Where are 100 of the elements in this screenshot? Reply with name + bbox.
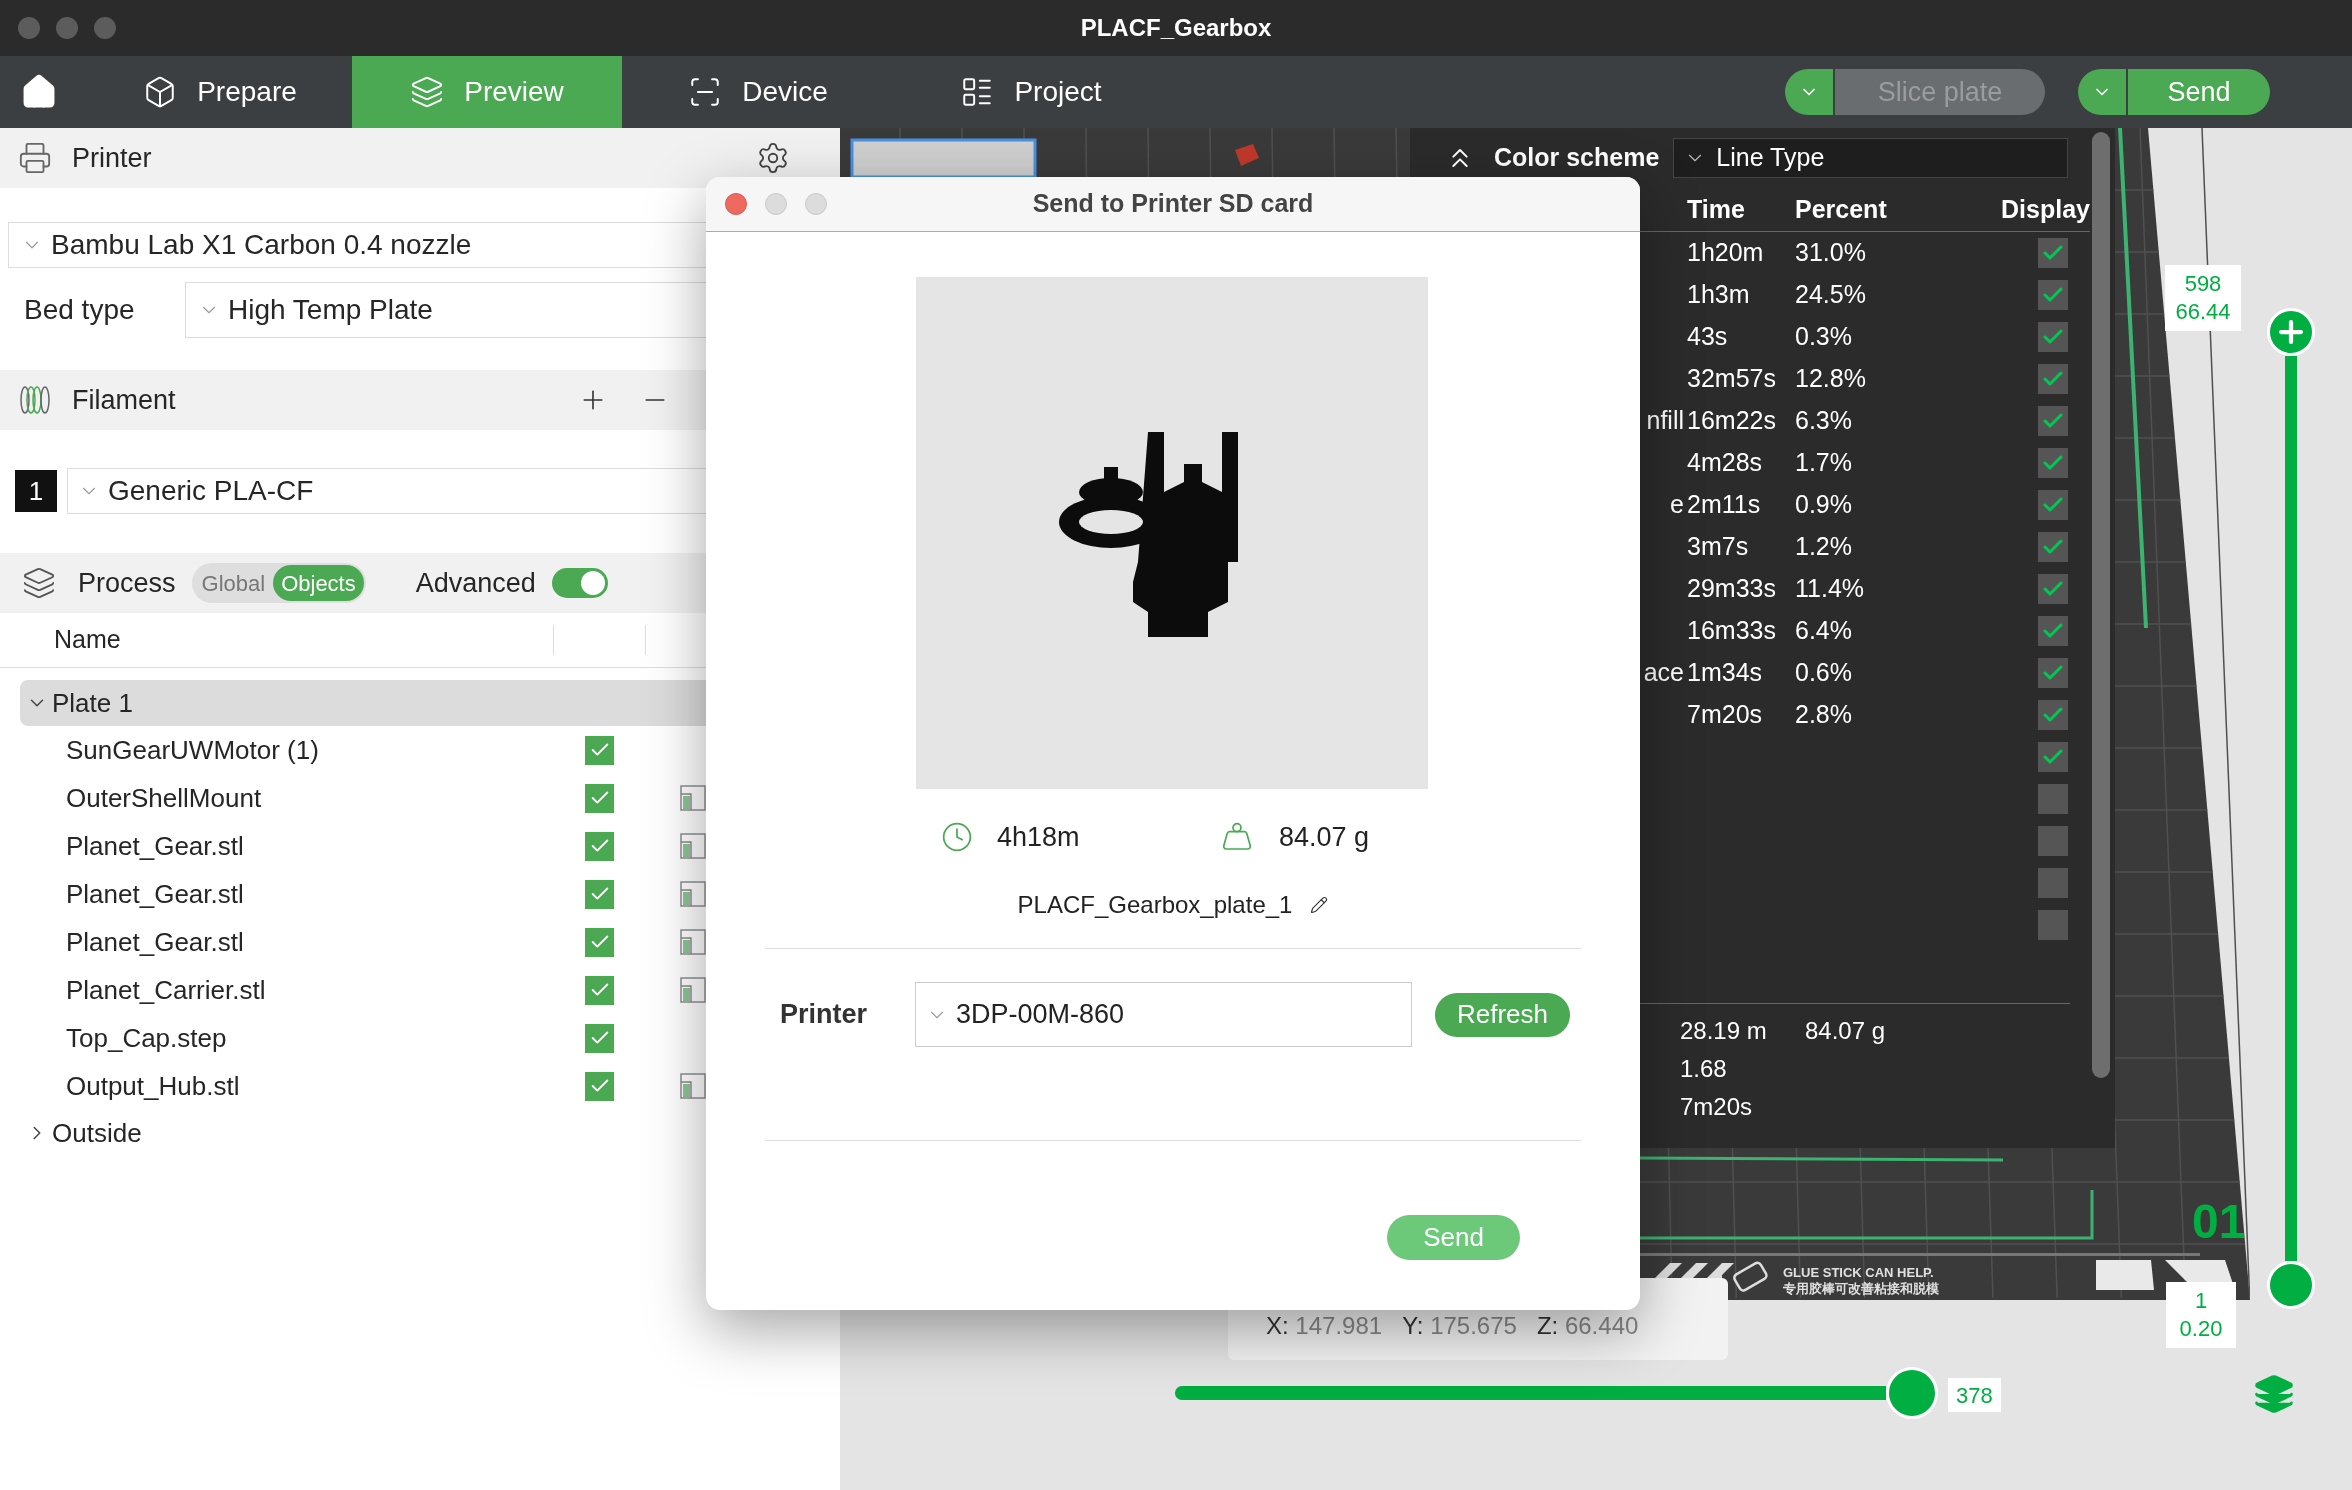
display-checkbox[interactable] — [2038, 658, 2068, 688]
object-name[interactable]: OuterShellMount — [66, 778, 585, 818]
time-value: 1m34s — [1687, 658, 1763, 687]
minimize-button[interactable] — [56, 17, 78, 39]
layers-icon[interactable] — [2253, 1373, 2295, 1415]
legend-title: Color scheme — [1494, 142, 1660, 174]
filament-spool-icon — [18, 383, 52, 417]
time-value: 43s — [1687, 322, 1728, 351]
minimize-button[interactable] — [765, 193, 787, 215]
visibility-checkbox[interactable] — [585, 975, 614, 1005]
slider-track[interactable] — [2285, 356, 2297, 1261]
object-name[interactable]: Planet_Gear.stl — [66, 922, 585, 962]
zoom-button[interactable] — [805, 193, 827, 215]
edit-icon[interactable] — [1310, 896, 1329, 914]
section-title: Printer — [72, 141, 152, 175]
summary-value: 1.68 — [1680, 1054, 1728, 1084]
object-settings-icon[interactable] — [680, 833, 706, 859]
coordinate-value: X: 147.981 — [1266, 1311, 1383, 1341]
display-checkbox[interactable] — [2038, 532, 2068, 562]
dropdown-button[interactable] — [1785, 69, 1833, 115]
tab[interactable]: Prepare — [110, 56, 330, 128]
time-value: 3m7s — [1687, 532, 1749, 561]
display-checkbox[interactable] — [2038, 784, 2068, 814]
close-button[interactable] — [725, 193, 747, 215]
column-header: Time — [1687, 193, 1746, 225]
display-checkbox[interactable] — [2038, 868, 2068, 898]
color-scheme-select[interactable]: Line Type — [1673, 138, 2069, 178]
coordinate-value: Y: 175.675 — [1402, 1311, 1517, 1341]
display-checkbox[interactable] — [2038, 700, 2068, 730]
visibility-checkbox[interactable] — [585, 1071, 614, 1101]
display-checkbox[interactable] — [2038, 280, 2068, 310]
tab-icon — [410, 75, 445, 109]
weight-icon — [1221, 821, 1253, 853]
display-checkbox[interactable] — [2038, 406, 2068, 436]
display-checkbox[interactable] — [2038, 826, 2068, 856]
object-name[interactable]: Planet_Carrier.stl — [66, 970, 585, 1010]
filament-number: 1 — [15, 470, 57, 512]
percent-value: 11.4% — [1795, 574, 1865, 603]
tab[interactable]: Device — [648, 56, 868, 128]
object-name[interactable]: Planet_Gear.stl — [66, 826, 585, 866]
visibility-checkbox[interactable] — [585, 879, 614, 909]
display-checkbox[interactable] — [2038, 238, 2068, 268]
time-value: 1h20m — [1687, 238, 1764, 267]
visibility-checkbox[interactable] — [585, 783, 614, 813]
move-label: 378 — [1948, 1378, 2001, 1412]
object-name[interactable]: SunGearUWMotor (1) — [66, 730, 585, 770]
print-time: 4h18m — [997, 820, 1081, 854]
object-name[interactable]: Output_Hub.stl — [66, 1066, 585, 1106]
percent-value: 24.5% — [1795, 280, 1866, 309]
display-checkbox[interactable] — [2038, 616, 2068, 646]
percent-value: 2.8% — [1795, 700, 1852, 729]
display-checkbox[interactable] — [2038, 910, 2068, 940]
plate-label: Outside — [52, 1116, 142, 1150]
advanced-toggle[interactable] — [551, 568, 608, 598]
filament-weight: 84.07 g — [1279, 820, 1370, 854]
display-checkbox[interactable] — [2038, 448, 2068, 478]
object-name[interactable]: Planet_Gear.stl — [66, 874, 585, 914]
percent-value: 31.0% — [1795, 238, 1866, 267]
field-label: Printer — [780, 998, 869, 1032]
time-value: 16m22s — [1687, 406, 1776, 435]
visibility-checkbox[interactable] — [585, 927, 614, 957]
display-checkbox[interactable] — [2038, 322, 2068, 352]
file-name: PLACF_Gearbox_plate_1 — [1017, 890, 1293, 920]
object-settings-icon[interactable] — [680, 1073, 706, 1099]
summary-value: 84.07 g — [1805, 1016, 1887, 1046]
display-checkbox[interactable] — [2038, 574, 2068, 604]
percent-value: 12.8% — [1795, 364, 1866, 393]
tree-row[interactable]: Outside — [20, 1110, 840, 1156]
tab[interactable]: Project — [921, 56, 1141, 128]
printer-icon — [18, 141, 52, 175]
slider-thumb[interactable] — [2267, 308, 2315, 356]
bed-notice: 专用胶棒可改善粘接和脱模 — [1783, 1282, 1939, 1295]
layer-label: 1 0.20 — [2166, 1282, 2236, 1348]
printer-select[interactable]: 3DP-00M-860 — [915, 982, 1412, 1047]
object-settings-icon[interactable] — [680, 785, 706, 811]
display-checkbox[interactable] — [2038, 364, 2068, 394]
display-checkbox[interactable] — [2038, 490, 2068, 520]
dropdown-button[interactable] — [2078, 69, 2126, 115]
visibility-checkbox[interactable] — [585, 735, 614, 765]
object-settings-icon[interactable] — [680, 881, 706, 907]
percent-value: 0.6% — [1795, 658, 1852, 687]
object-settings-icon[interactable] — [680, 977, 706, 1003]
close-button[interactable] — [18, 17, 40, 39]
object-name[interactable]: Top_Cap.step — [66, 1018, 585, 1058]
zoom-button[interactable] — [94, 17, 116, 39]
visibility-checkbox[interactable] — [585, 1023, 614, 1053]
dialog-title: Send to Printer SD card — [1032, 188, 1314, 220]
settings-icon[interactable] — [756, 141, 790, 175]
column-header: Percent — [1795, 193, 1888, 225]
object-settings-icon[interactable] — [680, 929, 706, 955]
scrollbar[interactable] — [2092, 132, 2110, 1078]
bed-notice: GLUE STICK CAN HELP. — [1783, 1266, 1934, 1279]
visibility-checkbox[interactable] — [585, 831, 614, 861]
slider-thumb[interactable] — [2267, 1261, 2315, 1309]
plate-number: 01 — [2192, 1198, 2246, 1246]
slider-thumb[interactable] — [1886, 1367, 1938, 1419]
time-value: 32m57s — [1687, 364, 1776, 393]
display-checkbox[interactable] — [2038, 742, 2068, 772]
window-title: PLACF_Gearbox — [1080, 13, 1272, 43]
percent-value: 0.3% — [1795, 322, 1852, 351]
